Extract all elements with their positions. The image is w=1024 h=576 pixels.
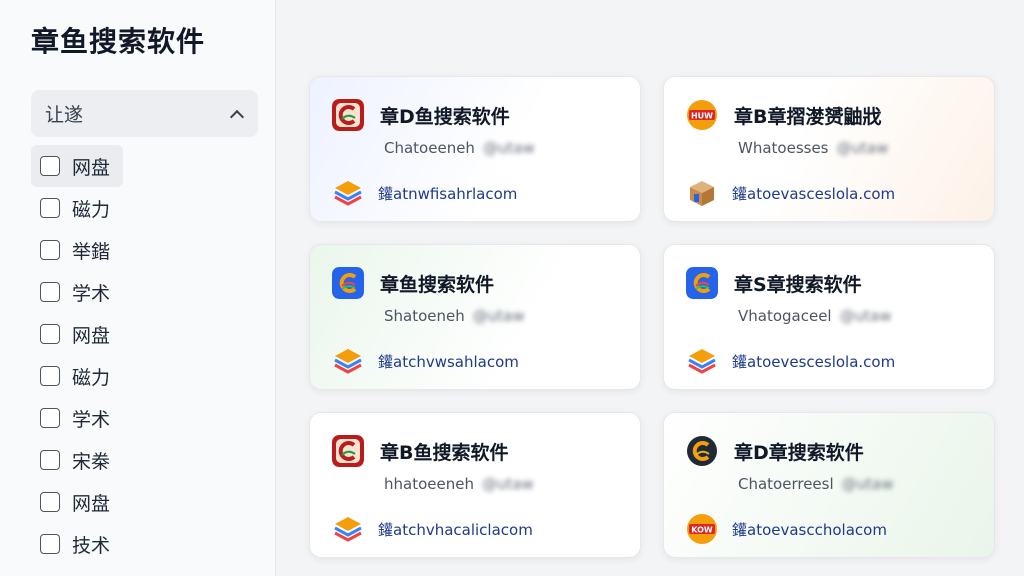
- svg-text:KOW: KOW: [691, 526, 713, 535]
- checkbox[interactable]: [40, 282, 60, 302]
- filter-dropdown-header[interactable]: 让遂: [31, 90, 258, 137]
- card-subtitle: Chatoeeneh @utaw: [384, 139, 618, 157]
- filter-options: 网盘 磁力 举鍇 学术 网盘 磁力 学术 宋桊 网盘 技术: [31, 145, 257, 565]
- blue-c-app-icon: [686, 267, 718, 299]
- card-subtitle-blurred: @utaw: [481, 475, 534, 493]
- card-url[interactable]: 鑵atoevasccholacom: [732, 519, 887, 540]
- filter-option-label: 技术: [72, 534, 111, 557]
- card-title: 章B章摺漤赟鼬戕: [734, 105, 882, 128]
- card-subtitle: Whatoesses @utaw: [738, 139, 972, 157]
- layers-stack-icon: [334, 181, 362, 206]
- checkbox[interactable]: [40, 240, 60, 260]
- filter-option-wangpan[interactable]: 网盘: [31, 145, 123, 187]
- filter-option-xueshu-2[interactable]: 学术: [31, 397, 123, 439]
- card-subtitle-text: Vhatogaceel: [738, 307, 832, 325]
- result-card[interactable]: HUW 章B章摺漤赟鼬戕 Whatoesses @utaw 鑵atoevasces…: [663, 76, 995, 222]
- red-c-app-icon: [332, 99, 364, 131]
- card-subtitle: hhatoeeneh @utaw: [384, 475, 618, 493]
- card-subtitle-blurred: @utaw: [472, 307, 525, 325]
- filter-option-label: 网盘: [72, 324, 111, 347]
- card-url[interactable]: 鑵atoevesceslola.com: [732, 351, 895, 372]
- card-title: 章S章搜索软件: [734, 273, 862, 296]
- filter-label: 让遂: [45, 104, 84, 126]
- card-subtitle-blurred: @utaw: [836, 139, 889, 157]
- card-subtitle-text: hhatoeeneh: [384, 475, 474, 493]
- filter-option-cili-2[interactable]: 磁力: [31, 355, 123, 397]
- card-subtitle-text: Chatoerreesl: [738, 475, 834, 493]
- checkbox[interactable]: [40, 198, 60, 218]
- filter-option-wangpan-2[interactable]: 网盘: [31, 313, 123, 355]
- card-subtitle-text: Whatoesses: [738, 139, 829, 157]
- card-title: 章D章搜索软件: [734, 441, 864, 464]
- filter-option-label: 学术: [72, 282, 111, 305]
- app-title: 章鱼搜索软件: [31, 25, 206, 58]
- card-url[interactable]: 鑵atchvhacaliclacom: [378, 519, 533, 540]
- filter-option-label: 网盘: [72, 156, 111, 179]
- checkbox[interactable]: [40, 156, 60, 176]
- filter-option-xueshu[interactable]: 学术: [31, 271, 123, 313]
- result-card[interactable]: 章鱼搜索软件 Shatoeneh @utaw 鑵atchvwsahlacom: [309, 244, 641, 390]
- card-subtitle-blurred: @utaw: [841, 475, 894, 493]
- filter-option-3[interactable]: 举鍇: [31, 229, 123, 271]
- filter-option-label: 网盘: [72, 492, 111, 515]
- card-subtitle-blurred: @utaw: [839, 307, 892, 325]
- card-url[interactable]: 鑵atoevasceslola.com: [732, 183, 895, 204]
- card-subtitle-text: Chatoeeneh: [384, 139, 475, 157]
- filter-option-label: 举鍇: [72, 240, 111, 263]
- card-subtitle: Vhatogaceel @utaw: [738, 307, 972, 325]
- kow-badge-icon: KOW: [687, 514, 717, 544]
- sidebar: 章鱼搜索软件 让遂 网盘 磁力 举鍇 学术 网盘 磁力 学术 宋桊 网盘 技术: [0, 0, 276, 576]
- filter-option-label: 磁力: [72, 198, 111, 221]
- blue-c-app-icon: [332, 267, 364, 299]
- card-title: 章鱼搜索软件: [380, 273, 495, 296]
- card-url[interactable]: 鑵atnwfisahrlacom: [378, 183, 517, 204]
- result-card[interactable]: 章D鱼搜索软件 Chatoeeneh @utaw 鑵atnwfisahrlacom: [309, 76, 641, 222]
- filter-option-label: 学术: [72, 408, 111, 431]
- results-grid: 章D鱼搜索软件 Chatoeeneh @utaw 鑵atnwfisahrlacom…: [277, 0, 1024, 576]
- checkbox[interactable]: [40, 534, 60, 554]
- dark-c-app-icon: [687, 436, 717, 466]
- card-url[interactable]: 鑵atchvwsahlacom: [378, 351, 519, 372]
- chevron-up-icon[interactable]: [230, 108, 242, 120]
- checkbox[interactable]: [40, 324, 60, 344]
- checkbox[interactable]: [40, 366, 60, 386]
- result-card[interactable]: 章B鱼搜索软件 hhatoeeneh @utaw 鑵atchvhacaliclac…: [309, 412, 641, 558]
- layers-stack-icon: [334, 349, 362, 374]
- card-title: 章D鱼搜索软件: [380, 105, 510, 128]
- layers-stack-icon: [334, 517, 362, 542]
- checkbox[interactable]: [40, 450, 60, 470]
- filter-option-label: 磁力: [72, 366, 111, 389]
- card-subtitle-blurred: @utaw: [482, 139, 535, 157]
- svg-text:HUW: HUW: [691, 112, 713, 121]
- result-card[interactable]: 章D章搜索软件 Chatoerreesl @utaw KOW 鑵atoevascc…: [663, 412, 995, 558]
- filter-option-jishu[interactable]: 技术: [31, 523, 123, 565]
- card-subtitle: Shatoeneh @utaw: [384, 307, 618, 325]
- package-box-icon: [690, 181, 714, 206]
- layers-stack-icon: [688, 349, 716, 374]
- filter-option-wangpan-3[interactable]: 网盘: [31, 481, 123, 523]
- result-card[interactable]: 章S章搜索软件 Vhatogaceel @utaw 鑵atoevesceslola…: [663, 244, 995, 390]
- filter-option-cili[interactable]: 磁力: [31, 187, 123, 229]
- filter-option-label: 宋桊: [72, 450, 111, 473]
- filter-option-8[interactable]: 宋桊: [31, 439, 123, 481]
- checkbox[interactable]: [40, 492, 60, 512]
- red-c-app-icon: [332, 435, 364, 467]
- checkbox[interactable]: [40, 408, 60, 428]
- huw-badge-icon: HUW: [687, 100, 717, 130]
- card-title: 章B鱼搜索软件: [380, 441, 509, 464]
- card-subtitle-text: Shatoeneh: [384, 307, 465, 325]
- card-subtitle: Chatoerreesl @utaw: [738, 475, 972, 493]
